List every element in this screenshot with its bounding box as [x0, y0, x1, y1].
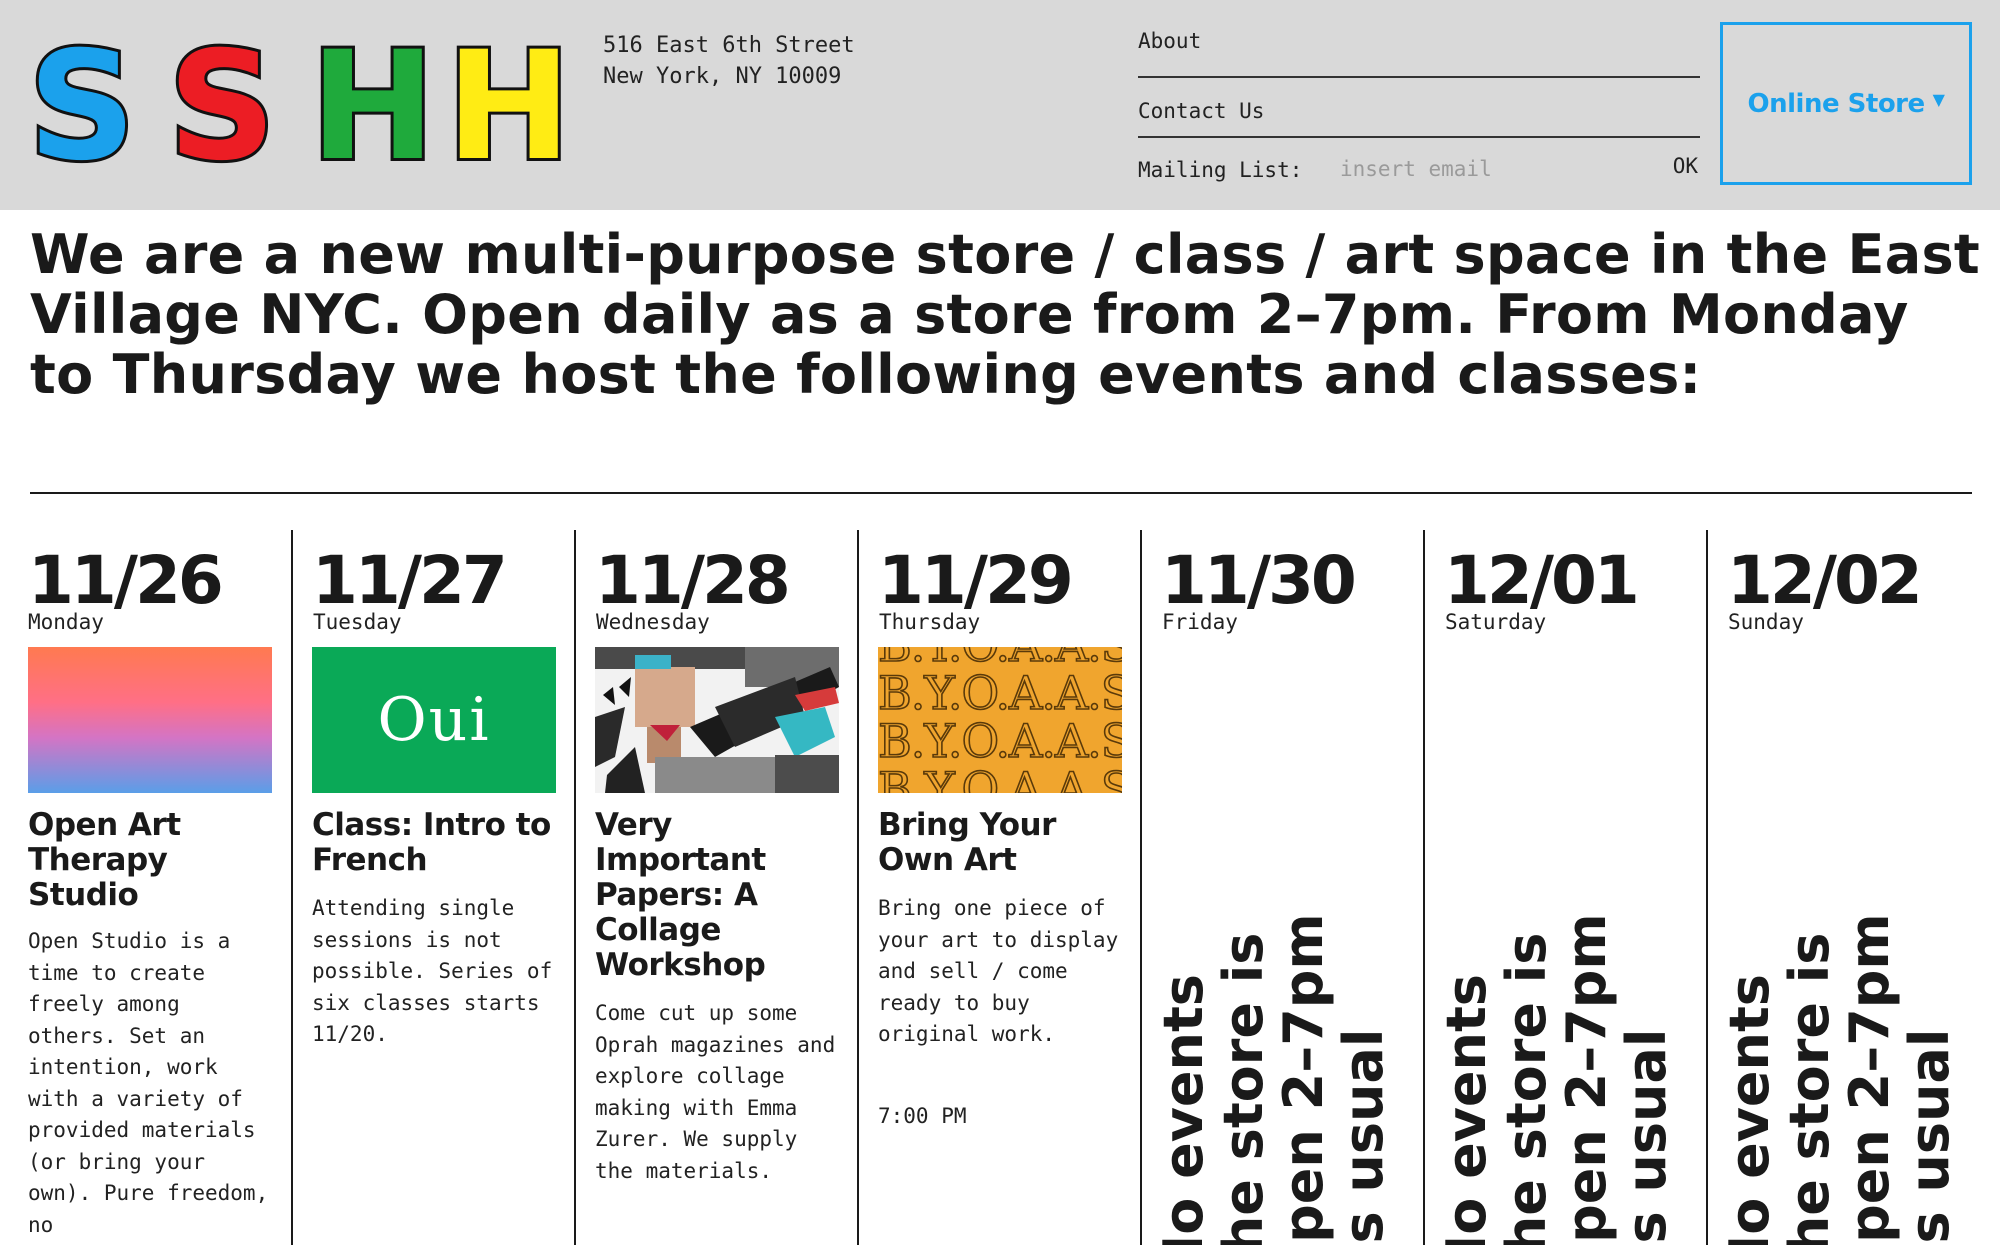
chevron-down-icon: ▼	[1932, 90, 1945, 109]
event-title[interactable]: Class: Intro to French	[312, 808, 562, 878]
day-date: 11/28	[595, 542, 791, 619]
day-column-saturday: 12/01 Saturday No events the store is op…	[1423, 530, 1705, 1245]
no-events-notice: No events the store is open 2–7pm as usu…	[1445, 620, 1690, 1245]
no-events-line: the store is	[1778, 933, 1841, 1245]
event-time: 7:00 PM	[878, 1104, 967, 1128]
event-image-text: Oui	[377, 685, 491, 755]
event-description: Bring one piece of your art to display a…	[878, 896, 1119, 1046]
event-title[interactable]: Bring Your Own Art	[878, 808, 1128, 878]
day-column-sunday: 12/02 Sunday No events the store is open…	[1706, 530, 1988, 1245]
logo-letter-h: H	[446, 40, 566, 170]
day-column-thursday: 11/29 Thursday B.Y.O.A.A.S. B.Y.O.A.A.S.…	[857, 530, 1139, 1245]
nav-contact-link[interactable]: Contact Us	[1138, 78, 1700, 138]
no-events-line: open 2–7pm	[1272, 913, 1335, 1245]
event-image-gradient[interactable]	[28, 647, 272, 793]
mailing-email-input[interactable]	[1340, 152, 1640, 186]
no-events-line: No events	[1445, 974, 1498, 1245]
event-description: Attending single sessions is not possibl…	[312, 896, 553, 1046]
site-header: S S H H 516 East 6th Street New York, NY…	[0, 0, 2000, 210]
event-description: Come cut up some Oprah magazines and exp…	[595, 1001, 836, 1183]
event-title[interactable]: Open Art Therapy Studio	[28, 808, 278, 913]
day-weekday: Tuesday	[313, 610, 402, 634]
day-date: 12/01	[1444, 542, 1640, 619]
no-events-notice: No events the store is open 2–7pm as usu…	[1728, 620, 1973, 1245]
mailing-list-label: Mailing List:	[1138, 158, 1303, 182]
mailing-list-form: Mailing List: OK	[1138, 138, 1700, 196]
byoaas-text-row: B.Y.O.A.A.S.	[878, 762, 1122, 793]
day-date: 11/27	[312, 542, 508, 619]
event-image-byoaas[interactable]: B.Y.O.A.A.S. B.Y.O.A.A.S. B.Y.O.A.A.S. B…	[878, 647, 1122, 793]
day-weekday: Monday	[28, 610, 104, 634]
event-image-oui[interactable]: Oui	[312, 647, 556, 793]
day-column-tuesday: 11/27 Tuesday Oui Class: Intro to French…	[291, 530, 573, 1245]
nav-about-link[interactable]: About	[1138, 20, 1700, 78]
no-events-line: the store is	[1212, 933, 1275, 1245]
header-nav: About Contact Us Mailing List: OK	[1138, 20, 1700, 196]
online-store-dropdown[interactable]: Online Store ▼	[1720, 22, 1972, 185]
logo[interactable]: S S H H	[28, 40, 588, 170]
no-events-line: as usual	[1332, 1029, 1395, 1245]
logo-letter-s: S	[168, 40, 270, 170]
day-date: 11/26	[28, 542, 224, 619]
mailing-submit-button[interactable]: OK	[1673, 154, 1698, 178]
day-weekday: Thursday	[879, 610, 981, 634]
section-divider	[30, 492, 1972, 494]
address-line-1: 516 East 6th Street	[603, 33, 855, 58]
day-column-wednesday: 11/28 Wednesday Very Important Papers: A…	[574, 530, 856, 1245]
no-events-line: the store is	[1495, 933, 1558, 1245]
address-line-2: New York, NY 10009	[603, 64, 842, 89]
logo-letter-h: H	[310, 40, 430, 170]
intro-statement: We are a new multi-purpose store / class…	[30, 223, 1981, 406]
day-weekday: Wednesday	[596, 610, 710, 634]
online-store-label: Online Store	[1747, 88, 1926, 119]
no-events-line: as usual	[1898, 1029, 1961, 1245]
no-events-line: No events	[1728, 974, 1781, 1245]
day-date: 11/29	[878, 542, 1074, 619]
byoaas-text-row: B.Y.O.A.A.S.	[878, 714, 1122, 768]
no-events-line: open 2–7pm	[1555, 913, 1618, 1245]
day-date: 11/30	[1161, 542, 1357, 619]
collage-image	[595, 647, 839, 793]
logo-letter-s: S	[28, 40, 130, 170]
event-description: Open Studio is a time to create freely a…	[28, 929, 269, 1237]
day-column-friday: 11/30 Friday No events the store is open…	[1140, 530, 1422, 1245]
no-events-line: open 2–7pm	[1838, 913, 1901, 1245]
day-column-monday: 11/26 Monday Open Art Therapy Studio Ope…	[28, 530, 310, 1245]
event-title[interactable]: Very Important Papers: A Collage Worksho…	[595, 808, 845, 983]
store-address: 516 East 6th Street New York, NY 10009	[603, 30, 855, 92]
no-events-line: as usual	[1615, 1029, 1678, 1245]
event-image-collage[interactable]	[595, 647, 839, 793]
byoaas-pattern: B.Y.O.A.A.S. B.Y.O.A.A.S. B.Y.O.A.A.S. B…	[878, 647, 1122, 793]
no-events-notice: No events the store is open 2–7pm as usu…	[1162, 620, 1407, 1245]
no-events-line: No events	[1162, 974, 1215, 1245]
day-date: 12/02	[1727, 542, 1923, 619]
byoaas-text-row: B.Y.O.A.A.S.	[878, 666, 1122, 720]
